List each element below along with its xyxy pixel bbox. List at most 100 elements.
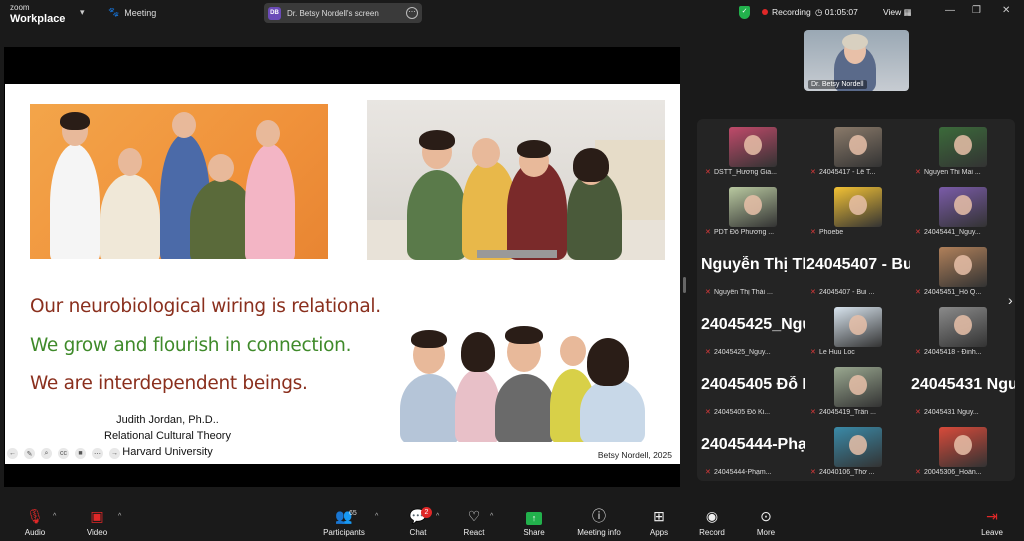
record-button[interactable]: ◉ Record	[682, 507, 742, 537]
recording-dot-icon	[762, 9, 768, 15]
more-dots-icon[interactable]: ⋯	[92, 448, 103, 459]
participant-label-text: 24045425_Nguy...	[714, 349, 771, 356]
participant-tile[interactable]: 24045431 Nguy...✕24045431 Nguy...	[909, 362, 1015, 422]
participant-video-thumbnail	[939, 247, 987, 287]
timer-value: 01:05:07	[824, 7, 858, 17]
meeting-info-button[interactable]: ⓘ Meeting info	[569, 507, 629, 537]
chevron-right-icon[interactable]: ›	[1008, 292, 1013, 308]
record-icon: ◉	[705, 508, 719, 524]
info-icon: ⓘ	[592, 508, 606, 524]
participant-label: ✕ DSTT_Hương Gia...	[705, 169, 801, 176]
quote-line-3: We are interdependent beings.	[30, 373, 308, 394]
participant-video-thumbnail	[939, 307, 987, 347]
record-label: Record	[699, 528, 725, 537]
participant-tile[interactable]: ✕ 24045417 - Lê T...	[804, 122, 910, 182]
close-icon[interactable]: ✕	[1002, 5, 1010, 16]
audio-caret-icon[interactable]: ^	[53, 513, 56, 520]
participant-display-name: 24045407 - Bui...	[806, 256, 910, 273]
participant-tile[interactable]: ✕ Phoebe	[804, 182, 910, 242]
chat-label: Chat	[409, 528, 427, 537]
security-shield-icon[interactable]: ✓	[739, 6, 750, 19]
mic-muted-icon: ✕	[915, 289, 921, 296]
more-button[interactable]: ⊙ More	[736, 507, 796, 537]
participant-label: ✕ 20045306_Hoàn...	[915, 469, 1011, 476]
participant-label: ✕ Le Huu Loc	[810, 349, 906, 356]
mic-muted-icon: ✕	[705, 349, 711, 356]
captions-icon[interactable]: cc	[58, 448, 69, 459]
share-button[interactable]: ↑ Share	[504, 507, 564, 537]
back-arrow-icon[interactable]: ←	[7, 448, 18, 459]
mic-muted-icon: ✕	[705, 169, 711, 176]
chat-caret-icon[interactable]: ^	[436, 513, 439, 520]
more-label: More	[756, 528, 776, 537]
participant-tile[interactable]: 24045405 Đỗ Ki...✕24045405 Đỗ Ki...	[699, 362, 805, 422]
view-menu[interactable]: View ▦	[883, 7, 912, 18]
participant-tile[interactable]: ✕ 24045419_Trần ...	[804, 362, 910, 422]
meeting-info-label: Meeting info	[577, 528, 621, 537]
participant-tile[interactable]: ✕ Le Huu Loc	[804, 302, 910, 362]
leave-label: Leave	[981, 528, 1003, 537]
participants-icon: 👥	[335, 508, 353, 524]
panel-resize-handle[interactable]	[683, 277, 686, 293]
react-caret-icon[interactable]: ^	[490, 513, 493, 520]
participant-tile[interactable]: ✕ 20045306_Hoàn...	[909, 422, 1015, 482]
recording-indicator[interactable]: Recording	[762, 7, 811, 17]
audio-button[interactable]: 🎙 Audio	[5, 507, 65, 537]
participant-video-thumbnail	[834, 367, 882, 407]
participant-tile[interactable]: ✕ 24045418 - Đinh...	[909, 302, 1015, 362]
clock-icon: ◷	[815, 7, 823, 17]
forward-arrow-icon[interactable]: →	[109, 448, 120, 459]
participant-tile[interactable]: 24045444-Phạ... ✕24045444-Phạm...	[699, 422, 805, 482]
leave-button[interactable]: ⇥ Leave	[962, 507, 1022, 537]
chat-button[interactable]: 💬 2 Chat	[388, 507, 448, 537]
participant-video-thumbnail	[939, 187, 987, 227]
participant-display-name: 24045425_Nguy...	[701, 316, 805, 333]
top-bar: zoom Workplace ▾ 🐾 Meeting DB Dr. Betsy …	[0, 0, 1024, 26]
chevron-down-icon[interactable]: ▾	[80, 7, 85, 18]
participant-label-text: PDT Đỗ Phương ...	[714, 229, 775, 236]
photo-smiling-group	[395, 324, 647, 442]
shared-screen-title: Dr. Betsy Nordell's screen	[287, 8, 379, 18]
slide-credit: Betsy Nordell, 2025	[597, 450, 672, 460]
video-button[interactable]: ▣ Video	[67, 507, 127, 537]
participant-tile[interactable]: ✕ Nguyen Thi Mai ...	[909, 122, 1015, 182]
apps-button[interactable]: ⊞ Apps	[629, 507, 689, 537]
slide-tools: ← ✎ ⌕ cc ■ ⋯ →	[7, 448, 120, 459]
mic-muted-icon: ✕	[915, 349, 921, 356]
camera-icon[interactable]: ■	[75, 448, 86, 459]
participants-caret-icon[interactable]: ^	[375, 513, 378, 520]
react-button[interactable]: ♡ React	[444, 507, 504, 537]
meeting-menu[interactable]: 🐾 Meeting	[108, 7, 156, 18]
shared-screen-pill[interactable]: DB Dr. Betsy Nordell's screen ⋯	[264, 3, 422, 23]
participant-display-name: 24045444-Phạ...	[701, 436, 805, 453]
mic-muted-icon: ✕	[810, 229, 816, 236]
participant-display-name: 24045405 Đỗ Ki...	[701, 376, 805, 393]
participant-tile[interactable]: ✕ 24040106_Thơ ...	[804, 422, 910, 482]
participant-tile[interactable]: Nguyễn Thị Thá... ✕Nguyễn Thị Thái ...	[699, 242, 805, 302]
pen-icon[interactable]: ✎	[24, 448, 35, 459]
participant-label-text: 24045431 Nguy...	[924, 409, 979, 416]
restore-icon[interactable]: ❐	[972, 5, 981, 16]
participant-tile[interactable]: 24045425_Nguy...✕24045425_Nguy...	[699, 302, 805, 362]
participant-tile[interactable]: ✕ 24045451_Hồ Q...	[909, 242, 1015, 302]
participant-tile[interactable]: ✕ 24045441_Nguy...	[909, 182, 1015, 242]
participant-label: ✕ 24045451_Hồ Q...	[915, 289, 1011, 296]
heart-icon: ♡	[467, 508, 481, 524]
citation-theory: Relational Cultural Theory	[104, 430, 231, 442]
participant-video-thumbnail	[729, 187, 777, 227]
presenter-initials-badge: DB	[268, 6, 281, 20]
participant-tile[interactable]: ✕ DSTT_Hương Gia...	[699, 122, 805, 182]
zoom-icon[interactable]: ⌕	[41, 448, 52, 459]
video-caret-icon[interactable]: ^	[118, 513, 121, 520]
participant-label: ✕ 24045418 - Đinh...	[915, 349, 1011, 356]
participant-tile[interactable]: 24045407 - Bui... ✕24045407 - Bui ...	[804, 242, 910, 302]
meeting-timer: ◷ 01:05:07	[815, 7, 858, 18]
participant-tile[interactable]: ✕ PDT Đỗ Phương ...	[699, 182, 805, 242]
more-options-icon[interactable]: ⋯	[406, 7, 418, 19]
chat-badge: 2	[421, 507, 432, 518]
audio-label: Audio	[24, 528, 46, 537]
presenter-video[interactable]: Dr. Betsy Nordell	[804, 30, 909, 91]
mic-muted-icon: ✕	[810, 469, 816, 476]
participants-button[interactable]: 👥 65 Participants	[314, 507, 374, 537]
minimize-icon[interactable]: —	[945, 5, 955, 16]
